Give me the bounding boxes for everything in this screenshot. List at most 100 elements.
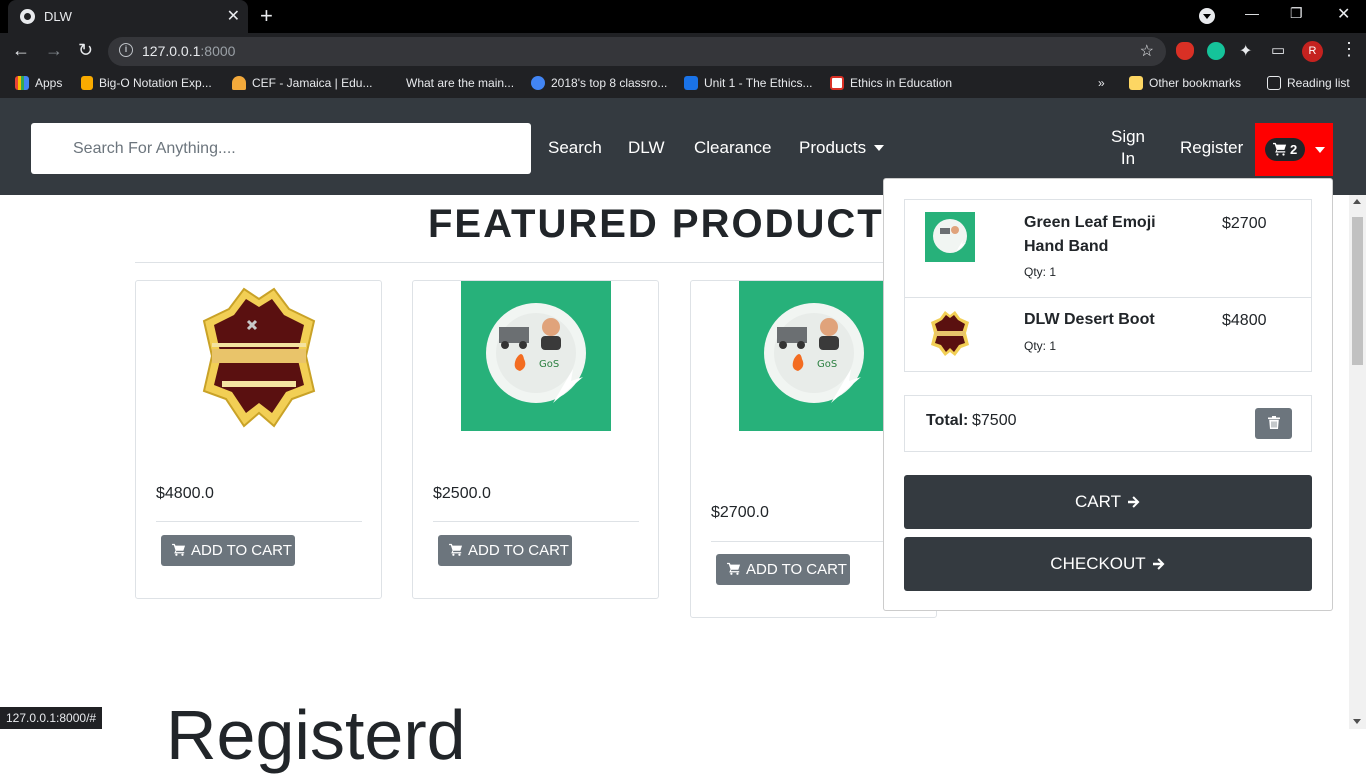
sign-in-line1: Sign xyxy=(1110,127,1146,146)
minimize-icon[interactable]: — xyxy=(1245,5,1259,21)
browser-toolbar: ← → ↻ i 127.0.0.1:8000 ☆ ✦ ▭ R ⋮ xyxy=(0,33,1366,70)
cart-items-list: Green Leaf Emoji Hand Band Qty: 1 $2700 D… xyxy=(904,199,1312,372)
bookmark-label: Unit 1 - The Ethics... xyxy=(704,76,813,90)
scroll-up-icon[interactable] xyxy=(1353,199,1361,204)
cart-badge: 2 xyxy=(1265,138,1305,161)
bookmark-label: What are the main... xyxy=(406,76,515,90)
reading-list[interactable]: Reading list xyxy=(1267,76,1350,90)
cart-item-name-line1: Green Leaf Emoji xyxy=(1024,214,1156,231)
arrow-right-icon xyxy=(1152,558,1165,570)
cart-item-qty: Qty: 1 xyxy=(1024,339,1057,353)
add-to-cart-label: ADD TO CART xyxy=(468,542,569,559)
shopping-cart-icon xyxy=(172,543,186,556)
product-price: $4800.0 xyxy=(156,485,214,502)
url-host: 127.0.0.1 xyxy=(142,43,201,59)
bookmark-star-icon[interactable]: ☆ xyxy=(1140,41,1154,61)
shopping-cart-icon xyxy=(449,543,463,556)
bookmark-apps[interactable]: Apps xyxy=(15,76,62,90)
new-tab-icon[interactable]: + xyxy=(260,3,273,29)
heading-divider xyxy=(135,262,895,263)
bookmark-item[interactable]: Ethics in Education xyxy=(830,76,952,90)
profile-avatar[interactable]: R xyxy=(1302,41,1323,62)
bookmark-item[interactable]: Unit 1 - The Ethics... xyxy=(684,76,813,90)
cart-dropdown: Green Leaf Emoji Hand Band Qty: 1 $2700 D… xyxy=(883,178,1333,611)
bookmark-favicon-icon xyxy=(531,76,545,90)
bookmark-item[interactable]: Big-O Notation Exp... xyxy=(81,76,212,90)
checkout-button[interactable]: CHECKOUT xyxy=(904,537,1312,591)
page-scrollbar[interactable] xyxy=(1349,195,1366,729)
bookmark-item[interactable]: CEF - Jamaica | Edu... xyxy=(232,76,373,90)
other-bookmarks[interactable]: Other bookmarks xyxy=(1129,76,1241,90)
bookmark-item[interactable]: 2018's top 8 classro... xyxy=(531,76,667,90)
shopping-cart-icon xyxy=(1273,142,1287,156)
tab-title: DLW xyxy=(44,9,72,24)
site-info-icon[interactable]: i xyxy=(119,43,133,57)
close-tab-icon[interactable]: ✕ xyxy=(227,6,240,26)
restore-icon[interactable]: ❐ xyxy=(1290,5,1303,22)
address-bar[interactable]: i 127.0.0.1:8000 ☆ xyxy=(108,37,1166,66)
product-price: $2700.0 xyxy=(711,504,769,521)
bookmark-label: Apps xyxy=(35,76,63,90)
bookmark-label: Ethics in Education xyxy=(850,76,953,90)
add-to-cart-button[interactable]: ADD TO CART xyxy=(716,554,850,585)
extension-red-icon[interactable] xyxy=(1176,42,1194,60)
product-card: $4800.0 ADD TO CART xyxy=(135,280,382,599)
close-window-icon[interactable]: ✕ xyxy=(1337,4,1350,24)
url-port: :8000 xyxy=(200,43,236,59)
card-divider xyxy=(156,521,362,522)
scrollbar-thumb[interactable] xyxy=(1352,217,1363,365)
svg-text:GoS: GoS xyxy=(817,359,837,370)
chevron-down-icon xyxy=(1315,147,1325,153)
shopping-cart-icon xyxy=(727,562,741,575)
graduation-cap-icon xyxy=(684,76,698,90)
add-to-cart-button[interactable]: ADD TO CART xyxy=(438,535,572,566)
bookmark-favicon-icon xyxy=(386,76,400,90)
products-label: Products xyxy=(799,138,867,157)
cast-icon[interactable]: ▭ xyxy=(1271,41,1285,59)
featured-products-heading: FEATURED PRODUCT xyxy=(428,202,884,246)
cart-item-name-line2: Hand Band xyxy=(1024,238,1109,255)
folder-icon xyxy=(1129,76,1143,90)
bookmark-item[interactable]: What are the main... xyxy=(386,76,514,90)
cart-item-name: Green Leaf Emoji Hand Band xyxy=(1024,211,1194,259)
bookmarks-overflow[interactable]: » xyxy=(1098,76,1105,90)
back-arrow-icon[interactable]: ← xyxy=(12,40,30,61)
grammarly-icon[interactable] xyxy=(1207,42,1225,60)
register-link[interactable]: Register xyxy=(1180,138,1243,158)
sign-in-link[interactable]: Sign In xyxy=(1108,126,1148,170)
tab-search-icon[interactable] xyxy=(1199,8,1215,24)
browser-tab[interactable]: DLW ✕ xyxy=(8,0,248,33)
extensions-puzzle-icon[interactable]: ✦ xyxy=(1239,41,1252,61)
arrow-right-icon xyxy=(1127,496,1140,508)
browser-tabstrip: DLW ✕ + — ❐ ✕ xyxy=(0,0,1366,33)
bookmark-favicon-icon xyxy=(232,76,246,90)
bookmarks-bar: Apps Big-O Notation Exp... CEF - Jamaica… xyxy=(0,70,1366,98)
search-input[interactable] xyxy=(31,123,531,174)
clear-cart-button[interactable] xyxy=(1255,408,1292,439)
cart-item: DLW Desert Boot Qty: 1 $4800 xyxy=(905,298,1311,372)
nav-link-dlw[interactable]: DLW xyxy=(628,138,665,158)
nav-link-clearance[interactable]: Clearance xyxy=(694,138,772,158)
reload-icon[interactable]: ↻ xyxy=(78,40,93,61)
search-button[interactable]: Search xyxy=(548,138,602,158)
apps-grid-icon xyxy=(15,76,29,90)
registered-heading: Registerd xyxy=(166,696,466,774)
add-to-cart-button[interactable]: ADD TO CART xyxy=(161,535,295,566)
cart-item-qty: Qty: 1 xyxy=(1024,265,1057,279)
total-label: Total: xyxy=(926,412,969,429)
nav-link-products[interactable]: Products xyxy=(799,138,885,158)
forward-arrow-icon[interactable]: → xyxy=(45,40,63,61)
view-cart-label: CART xyxy=(1075,492,1121,511)
trash-icon xyxy=(1267,415,1280,429)
cart-dropdown-button[interactable]: 2 xyxy=(1255,123,1333,176)
bookmark-label: 2018's top 8 classro... xyxy=(551,76,668,90)
scroll-down-icon[interactable] xyxy=(1353,719,1361,724)
browser-menu-icon[interactable]: ⋮ xyxy=(1340,39,1358,60)
status-bar-url: 127.0.0.1:8000/# xyxy=(0,707,103,729)
chevron-down-icon xyxy=(874,145,885,151)
bookmark-favicon-icon xyxy=(81,76,93,90)
cart-item-price: $2700 xyxy=(1222,215,1267,232)
card-divider xyxy=(433,521,639,522)
view-cart-button[interactable]: CART xyxy=(904,475,1312,529)
reading-list-icon xyxy=(1267,76,1281,90)
